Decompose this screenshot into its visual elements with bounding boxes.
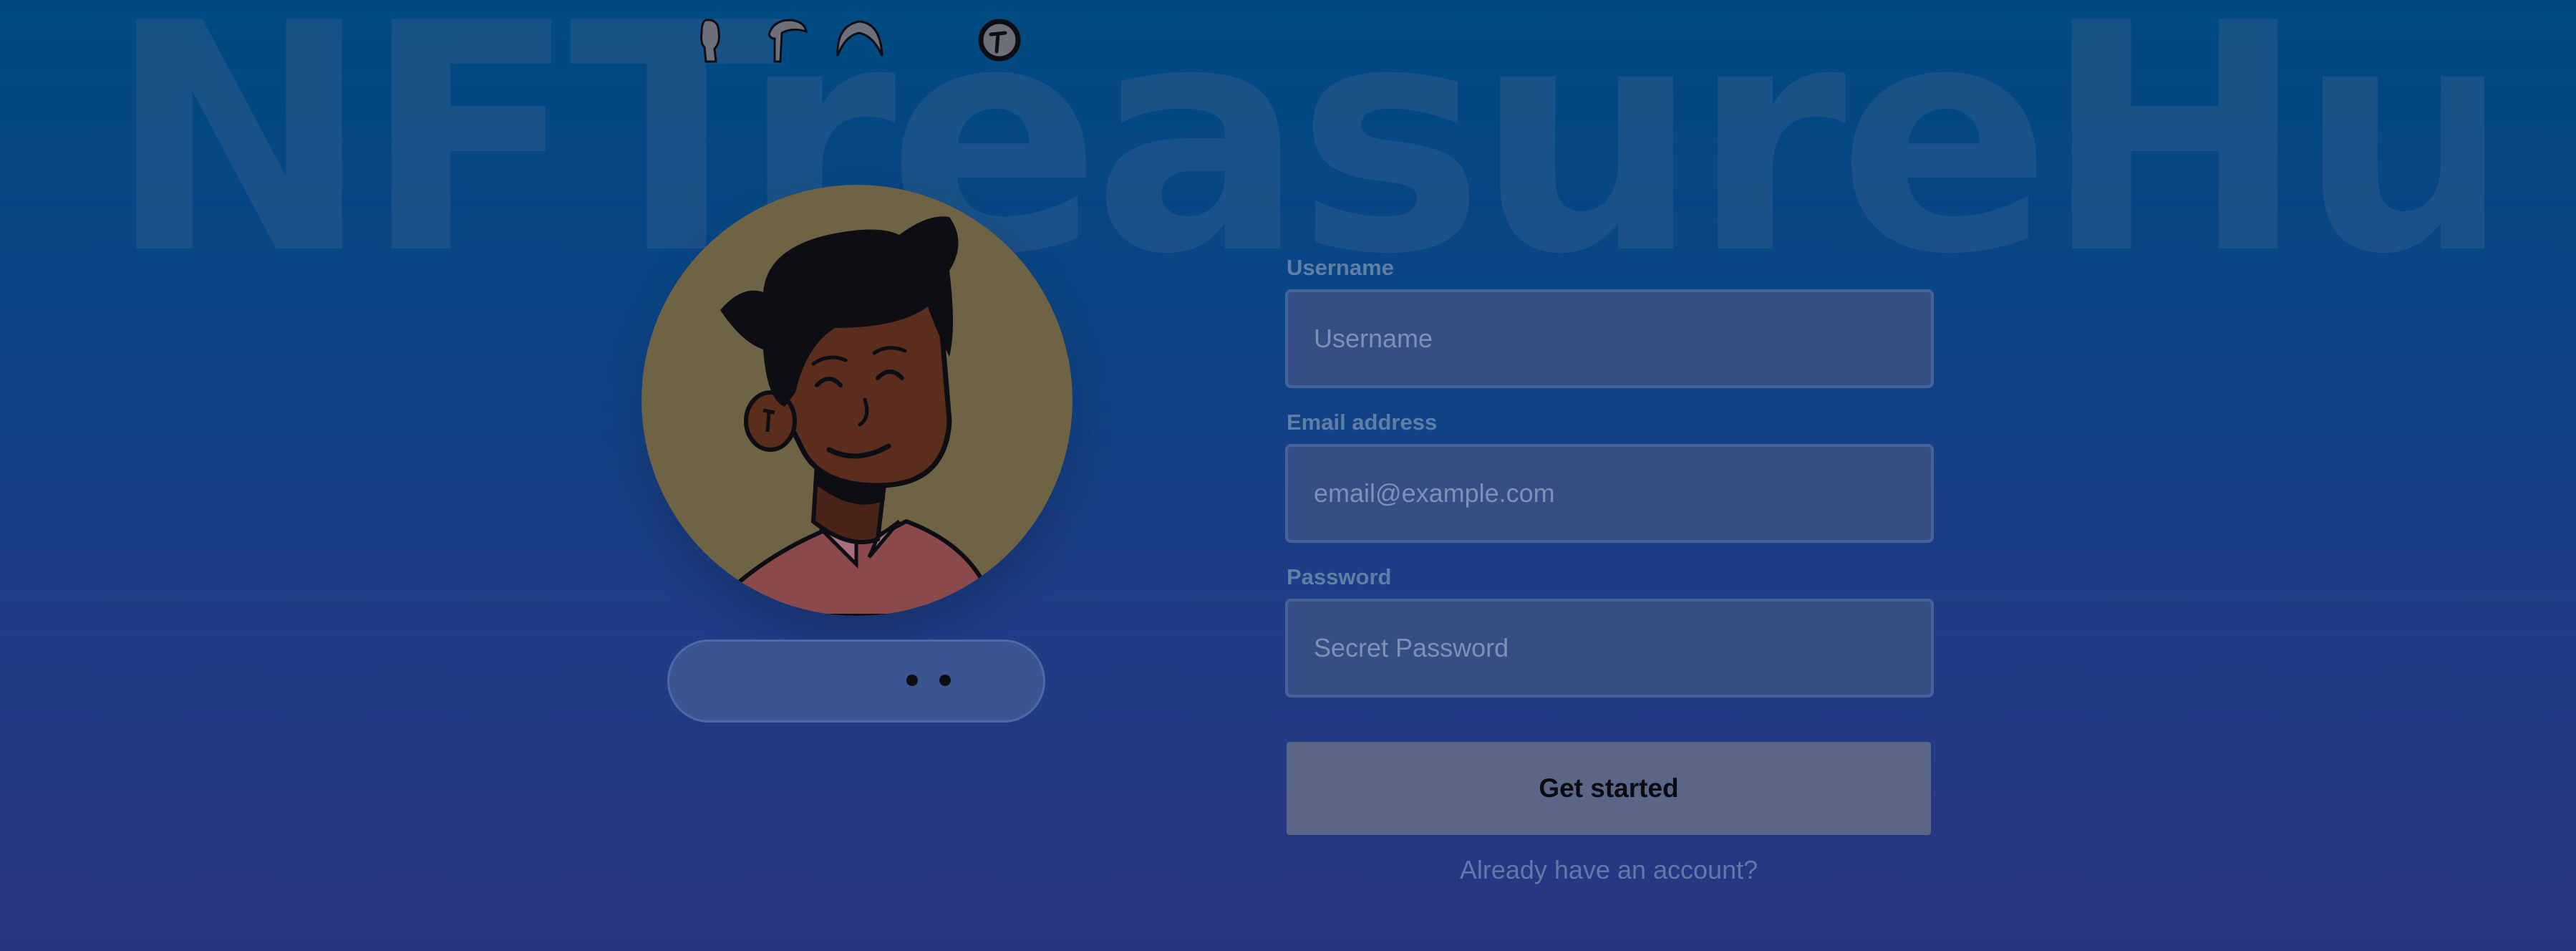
password-input[interactable] [1285, 599, 1934, 697]
signin-link[interactable]: Already have an account? [1287, 852, 1931, 888]
head-shape-icon[interactable] [686, 14, 737, 66]
smiling-person-avatar-icon [641, 185, 1072, 616]
get-started-button[interactable]: Get started [1287, 742, 1931, 835]
email-input[interactable] [1285, 444, 1934, 543]
more-parts-indicator [904, 673, 954, 687]
face-icon[interactable] [974, 14, 1025, 66]
email-label: Email address [1287, 410, 1438, 435]
password-label: Password [1287, 564, 1392, 589]
username-input[interactable] [1285, 289, 1934, 388]
avatar-part-picker[interactable] [667, 639, 1045, 723]
brand-watermark: NFTreasureHunt [107, 7, 2484, 272]
avatar-preview [641, 185, 1072, 616]
hair-round-icon[interactable] [833, 14, 885, 66]
username-label: Username [1287, 255, 1394, 280]
hair-side-icon[interactable] [760, 14, 812, 66]
